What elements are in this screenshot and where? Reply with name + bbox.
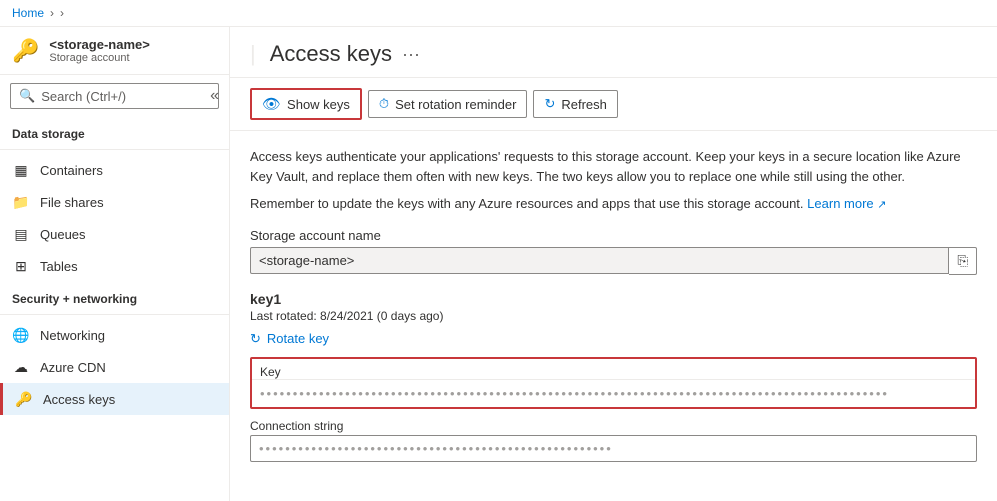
copy-icon: ⎘ (957, 253, 968, 268)
learn-more-link[interactable]: Learn more ↗ (807, 196, 886, 211)
sidebar-item-networking[interactable]: 🌐 Networking (0, 319, 229, 351)
sidebar-item-containers-label: Containers (40, 163, 103, 178)
search-icon: 🔍 (19, 88, 35, 104)
section-data-storage: Data storage ▦ Containers 📁 File shares … (0, 117, 229, 282)
key1-key-label: Key (252, 359, 975, 379)
info-text-2: Remember to update the keys with any Azu… (250, 194, 977, 214)
storage-account-name-copy-button[interactable]: ⎘ (949, 247, 977, 275)
access-keys-icon: 🔑 (15, 390, 33, 408)
storage-account-name-row: ⎘ (250, 247, 977, 275)
file-shares-icon: 📁 (12, 193, 30, 211)
storage-account-icon: 🔑 (12, 38, 39, 64)
external-link-icon: ↗ (877, 199, 886, 211)
breadcrumb-sep2: › (60, 6, 64, 20)
storage-account-label: Storage account (49, 52, 149, 64)
refresh-icon: ↻ (544, 96, 555, 112)
toolbar: 👁 Show keys ⏱ Set rotation reminder ↻ Re… (230, 78, 997, 131)
refresh-label: Refresh (561, 97, 607, 112)
containers-icon: ▦ (12, 161, 30, 179)
rotation-icon: ⏱ (379, 96, 389, 112)
section-label-data-storage: Data storage (0, 117, 229, 145)
search-box[interactable]: 🔍 Search (Ctrl+/) (10, 83, 219, 109)
set-rotation-button[interactable]: ⏱ Set rotation reminder (368, 90, 528, 118)
sidebar-item-tables-label: Tables (40, 259, 78, 274)
section-security-networking: Security + networking 🌐 Networking ☁ Azu… (0, 282, 229, 415)
page-title: Access keys (270, 41, 392, 67)
key1-key-box: Key (250, 357, 977, 409)
storage-account-name-input[interactable] (250, 247, 949, 274)
content-area: | Access keys ··· 👁 Show keys ⏱ Set rota… (230, 27, 997, 501)
eye-icon: 👁 (262, 95, 281, 113)
search-placeholder: Search (Ctrl+/) (41, 89, 126, 104)
breadcrumb: Home › › (12, 6, 64, 20)
queues-icon: ▤ (12, 225, 30, 243)
collapse-icon[interactable]: « (206, 83, 223, 109)
top-bar: Home › › (0, 0, 997, 27)
sidebar-item-networking-label: Networking (40, 328, 105, 343)
tables-icon: ⊞ (12, 257, 30, 275)
sidebar-item-queues[interactable]: ▤ Queues (0, 218, 229, 250)
key1-section: key1 Last rotated: 8/24/2021 (0 days ago… (250, 291, 977, 462)
networking-icon: 🌐 (12, 326, 30, 344)
search-row: 🔍 Search (Ctrl+/) « (0, 75, 229, 117)
sidebar-item-queues-label: Queues (40, 227, 86, 242)
info-text-1: Access keys authenticate your applicatio… (250, 147, 977, 186)
show-keys-label: Show keys (287, 97, 350, 112)
key1-connection-string-label: Connection string (250, 419, 977, 433)
content-body: Access keys authenticate your applicatio… (230, 131, 997, 478)
content-title-separator: | (250, 41, 256, 67)
set-rotation-label: Set rotation reminder (395, 97, 516, 112)
sidebar-item-azure-cdn-label: Azure CDN (40, 360, 106, 375)
rotate-key-label: Rotate key (267, 331, 329, 346)
refresh-button[interactable]: ↻ Refresh (533, 90, 617, 118)
rotate-icon: ↻ (250, 331, 261, 347)
more-options-icon[interactable]: ··· (402, 44, 420, 65)
sidebar-item-tables[interactable]: ⊞ Tables (0, 250, 229, 282)
sidebar-item-access-keys-label: Access keys (43, 392, 115, 407)
key1-title: key1 (250, 291, 977, 307)
breadcrumb-sep1: › (50, 6, 54, 20)
content-header: | Access keys ··· (230, 27, 997, 78)
sidebar-item-file-shares[interactable]: 📁 File shares (0, 186, 229, 218)
show-keys-button[interactable]: 👁 Show keys (250, 88, 362, 120)
storage-account-name-label: Storage account name (250, 228, 977, 243)
sidebar-item-file-shares-label: File shares (40, 195, 104, 210)
sidebar-item-azure-cdn[interactable]: ☁ Azure CDN (0, 351, 229, 383)
sidebar-header: 🔑 <storage-name> Storage account (0, 27, 229, 75)
sidebar: 🔑 <storage-name> Storage account 🔍 Searc… (0, 27, 230, 501)
storage-account-name: <storage-name> (49, 37, 149, 52)
key1-key-input[interactable] (252, 379, 975, 407)
key1-connection-string-input[interactable] (250, 435, 977, 462)
sidebar-item-containers[interactable]: ▦ Containers (0, 154, 229, 186)
rotate-key-button[interactable]: ↻ Rotate key (250, 329, 329, 349)
azure-cdn-icon: ☁ (12, 358, 30, 376)
sidebar-item-access-keys[interactable]: 🔑 Access keys (0, 383, 229, 415)
section-label-security: Security + networking (0, 282, 229, 310)
breadcrumb-home[interactable]: Home (12, 6, 44, 20)
key1-last-rotated: Last rotated: 8/24/2021 (0 days ago) (250, 309, 977, 323)
